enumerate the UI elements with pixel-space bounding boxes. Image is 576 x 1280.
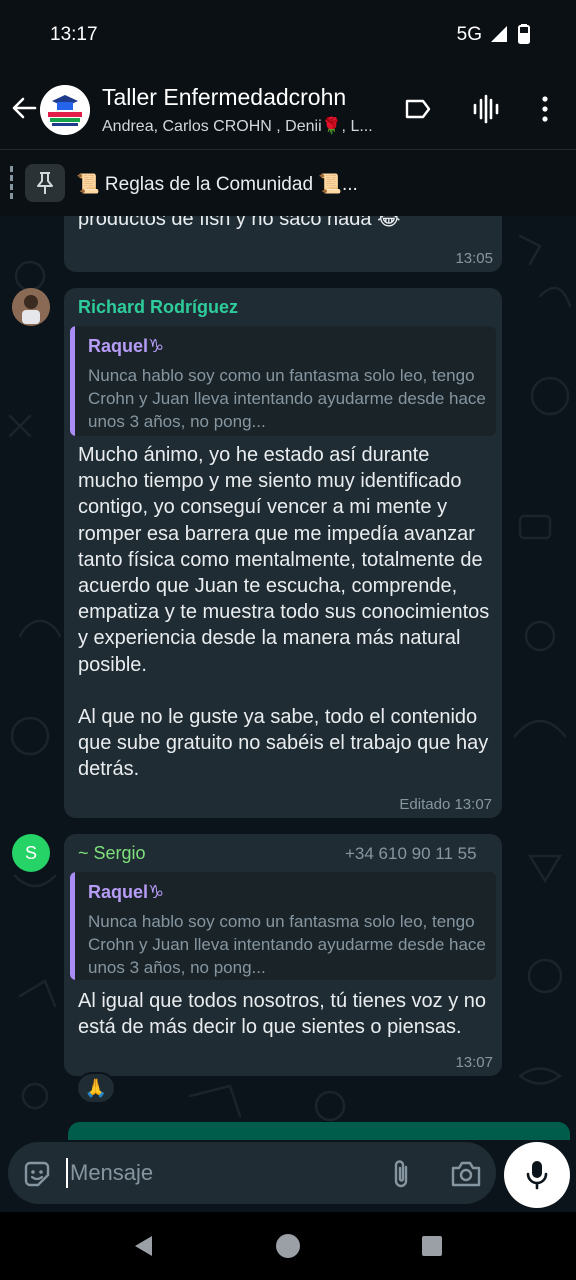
more-options-button[interactable] [527, 91, 563, 127]
compose-bar [0, 1140, 576, 1212]
message-bubble[interactable]: ~ Sergio +34 610 90 11 55 Raquel♑ Nunca … [64, 834, 502, 1076]
message-time: 13:07 [455, 1054, 493, 1071]
pinned-count-indicator [10, 166, 13, 200]
voice-chat-button[interactable] [468, 91, 504, 127]
message-list[interactable]: productos de fish y no saco nada 😂 13:05… [0, 216, 576, 1140]
label-button[interactable] [400, 91, 436, 127]
camera-icon[interactable] [450, 1160, 482, 1193]
nav-back-icon[interactable] [132, 1234, 156, 1263]
quoted-message[interactable]: Raquel♑ Nunca hablo soy como un fantasma… [70, 326, 496, 436]
back-arrow-icon [12, 97, 37, 119]
sender-phone: +34 610 90 11 55 [345, 844, 477, 863]
message-text: productos de fish y no saco nada 😂 [78, 216, 401, 230]
pin-icon [25, 164, 65, 202]
message-bubble[interactable]: productos de fish y no saco nada 😂 13:05 [64, 216, 502, 272]
attach-icon[interactable] [388, 1158, 414, 1195]
compose-pill [8, 1142, 496, 1204]
network-type: 5G [456, 24, 482, 45]
chat-members[interactable]: Andrea, Carlos CROHN , Denii🌹, L... [102, 116, 392, 136]
chat-header: Taller Enfermedadcrohn Andrea, Carlos CR… [0, 72, 576, 148]
pinned-message-bar[interactable]: 📜 Reglas de la Comunidad 📜... [0, 149, 576, 216]
message-text: Mucho ánimo, yo he estado así durante mu… [78, 444, 490, 781]
outgoing-message-bubble[interactable] [68, 1122, 570, 1140]
sender-name[interactable]: ~ Sergio [78, 843, 146, 864]
nav-recents-icon[interactable] [421, 1235, 443, 1262]
message-time: Editado 13:07 [399, 796, 492, 813]
quote-accent-bar [70, 872, 75, 980]
academy-logo-icon [40, 85, 90, 135]
reaction-badge[interactable]: 🙏 [76, 1072, 116, 1104]
quoted-text: Nunca hablo soy como un fantasma solo le… [88, 366, 486, 431]
emoji-sticker-icon[interactable] [22, 1159, 52, 1194]
sender-avatar[interactable] [12, 288, 50, 326]
quote-accent-bar [70, 326, 75, 436]
signal-icon [490, 25, 508, 48]
person-photo-icon [12, 288, 50, 326]
system-navigation-bar [0, 1212, 576, 1280]
quoted-sender-name: Raquel♑ [88, 882, 165, 902]
quoted-text: Nunca hablo soy como un fantasma solo le… [88, 912, 486, 977]
sender-name[interactable]: Richard Rodríguez [78, 297, 238, 318]
voice-message-button[interactable] [504, 1142, 570, 1208]
microphone-icon [526, 1161, 548, 1190]
battery-icon [518, 24, 530, 49]
nav-home-icon[interactable] [275, 1233, 301, 1264]
message-time: 13:05 [455, 250, 493, 267]
quoted-sender-name: Raquel♑ [88, 336, 165, 356]
sender-avatar[interactable]: S [12, 834, 50, 872]
chat-title[interactable]: Taller Enfermedadcrohn [102, 84, 346, 111]
waveform-icon [473, 94, 499, 124]
label-icon [405, 99, 431, 119]
message-text: Al igual que todos nosotros, tú tienes v… [78, 990, 492, 1039]
back-button[interactable] [6, 90, 42, 126]
quoted-message[interactable]: Raquel♑ Nunca hablo soy como un fantasma… [70, 872, 496, 980]
status-bar: 13:17 5G [0, 0, 576, 72]
pinned-message-text: 📜 Reglas de la Comunidad 📜... [76, 174, 358, 195]
status-time: 13:17 [50, 24, 98, 45]
group-avatar[interactable] [40, 85, 90, 135]
more-vertical-icon [542, 96, 548, 122]
message-bubble[interactable]: Richard Rodríguez Raquel♑ Nunca hablo so… [64, 288, 502, 818]
message-input[interactable] [66, 1158, 366, 1188]
